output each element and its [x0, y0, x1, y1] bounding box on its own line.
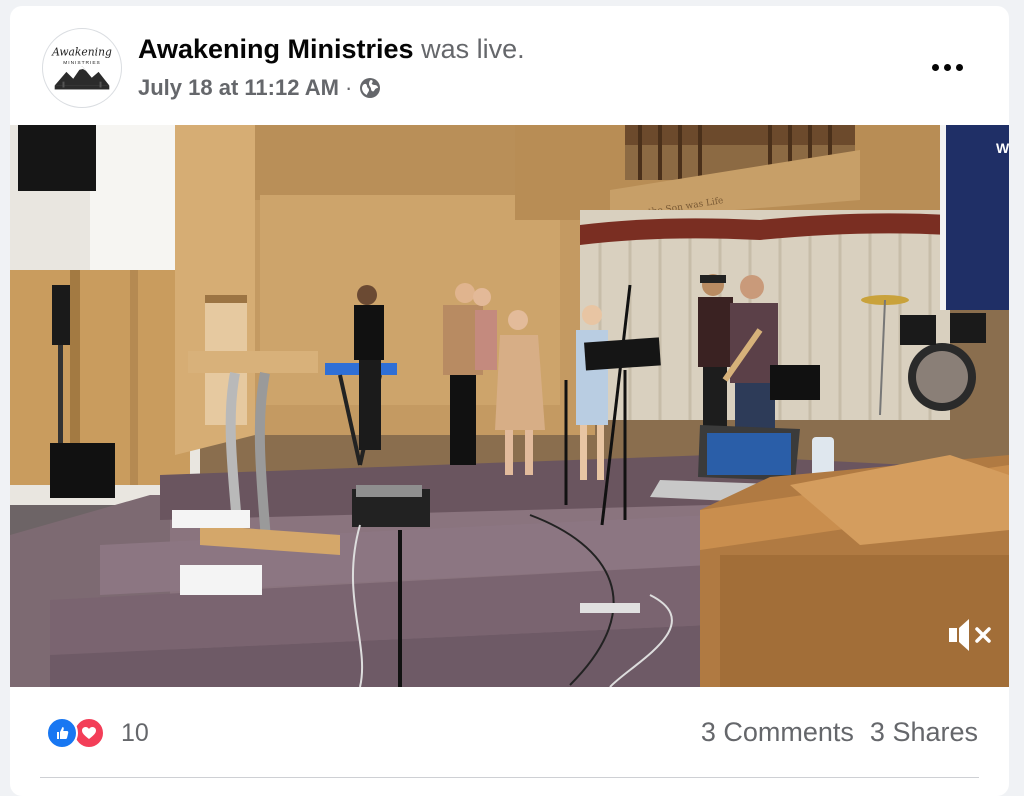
reactions-summary[interactable]: 10	[46, 717, 149, 749]
post-title: Awakening Ministries was live.	[138, 33, 525, 65]
post-action-text: was live.	[421, 34, 525, 64]
live-video-player[interactable]: Was the Son was Life W	[10, 125, 1009, 687]
engagement-counts: 3 Comments 3 Shares	[701, 717, 978, 748]
svg-text:Awakening: Awakening	[51, 45, 112, 58]
reaction-count[interactable]: 10	[121, 719, 149, 748]
svg-text:MINISTRIES: MINISTRIES	[63, 60, 101, 66]
like-reaction-icon	[46, 717, 78, 749]
post-header: Awakening MINISTRIES Awakening Ministrie…	[10, 6, 1009, 125]
post-card: Awakening MINISTRIES Awakening Ministrie…	[10, 6, 1009, 796]
post-timestamp[interactable]: July 18 at 11:12 AM	[138, 74, 339, 102]
avatar-logo: Awakening MINISTRIES	[43, 29, 121, 107]
page-name-link[interactable]: Awakening Ministries	[138, 34, 414, 64]
projection-screen-text: W	[996, 140, 1009, 156]
globe-icon[interactable]	[358, 76, 382, 100]
post-meta: July 18 at 11:12 AM ·	[138, 74, 382, 102]
meta-separator: ·	[344, 75, 353, 100]
post-footer: 10 3 Comments 3 Shares	[10, 687, 1009, 778]
shares-count-link[interactable]: 3 Shares	[870, 717, 978, 748]
muted-speaker-icon[interactable]	[945, 611, 997, 659]
more-options-icon[interactable]	[919, 49, 975, 85]
video-frame: Was the Son was Life W	[10, 125, 1009, 687]
page-avatar[interactable]: Awakening MINISTRIES	[42, 28, 122, 108]
comments-count-link[interactable]: 3 Comments	[701, 717, 854, 748]
